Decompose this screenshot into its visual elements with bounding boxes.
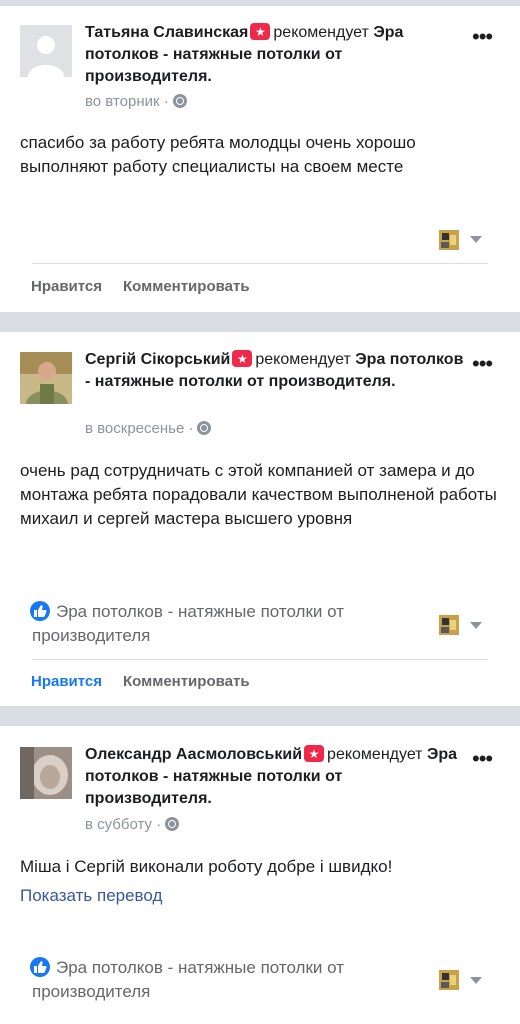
like-thumb-icon — [30, 601, 50, 621]
post-text: Міша і Сергій виконали роботу добре і шв… — [20, 857, 393, 876]
more-options-icon[interactable]: ••• — [472, 748, 493, 770]
post-time[interactable]: во вторник — [85, 93, 160, 110]
post-header: Олександр Аасмоловськийрекомендует Эра п… — [85, 743, 465, 810]
post-header: Татьяна Славинскаярекомендует Эра потолк… — [85, 21, 465, 88]
recommend-verb: рекомендует — [255, 351, 351, 368]
meta-dot: · — [156, 816, 162, 833]
avatar-photo[interactable] — [20, 352, 72, 404]
globe-icon — [197, 421, 212, 435]
comment-button[interactable]: Комментировать — [123, 672, 250, 692]
comment-button[interactable]: Комментировать — [123, 277, 250, 297]
liked-by-name: Эра потолков - натяжные потолки от произ… — [32, 958, 344, 1001]
recommend-badge-icon — [304, 743, 325, 765]
more-options-icon[interactable]: ••• — [472, 26, 493, 48]
like-button[interactable]: Нравится — [31, 672, 102, 692]
author-name[interactable]: Олександр Аасмоловський — [85, 746, 302, 763]
recommend-verb: рекомендует — [327, 746, 423, 763]
caret-down-icon[interactable] — [470, 236, 482, 243]
page-reaction-icon — [438, 614, 460, 636]
show-translation-link[interactable]: Показать перевод — [20, 884, 162, 908]
author-name[interactable]: Сергій Сікорський — [85, 351, 230, 368]
meta-dot: · — [188, 420, 194, 437]
more-options-icon[interactable]: ••• — [472, 353, 493, 375]
caret-down-icon[interactable] — [470, 622, 482, 629]
post-separator — [0, 706, 520, 726]
page-reaction-icon — [438, 969, 460, 991]
avatar-photo[interactable] — [20, 747, 72, 799]
post-header: Сергій Сікорськийрекомендует Эра потолко… — [85, 348, 465, 393]
post-time[interactable]: в субботу — [85, 816, 152, 833]
recommend-badge-icon — [250, 21, 271, 43]
liked-by-page[interactable]: Эра потолков - натяжные потолки от произ… — [30, 956, 422, 1004]
post-meta: в субботу · — [85, 815, 180, 835]
page-reaction-icon — [438, 229, 460, 251]
top-separator — [0, 0, 520, 6]
avatar-placeholder[interactable] — [20, 25, 72, 77]
meta-dot: · — [163, 93, 169, 110]
divider — [32, 263, 488, 264]
like-button[interactable]: Нравится — [31, 277, 102, 297]
post-text: спасибо за работу ребята молодцы очень х… — [20, 133, 416, 176]
liked-by-page[interactable]: Эра потолков - натяжные потолки от произ… — [30, 600, 422, 648]
post-text: очень рад сотрудничать с этой компанией … — [20, 461, 497, 528]
recommend-badge-icon — [232, 348, 253, 370]
post-meta: в воскресенье · — [85, 419, 212, 439]
like-thumb-icon — [30, 957, 50, 977]
liked-by-name: Эра потолков - натяжные потолки от произ… — [32, 602, 344, 645]
globe-icon — [172, 94, 187, 108]
divider — [32, 659, 488, 660]
globe-icon — [165, 817, 180, 831]
post-separator — [0, 312, 520, 332]
recommend-verb: рекомендует — [273, 24, 369, 41]
caret-down-icon[interactable] — [470, 977, 482, 984]
post-time[interactable]: в воскресенье — [85, 420, 184, 437]
author-name[interactable]: Татьяна Славинская — [85, 24, 248, 41]
post-meta: во вторник · — [85, 92, 187, 112]
